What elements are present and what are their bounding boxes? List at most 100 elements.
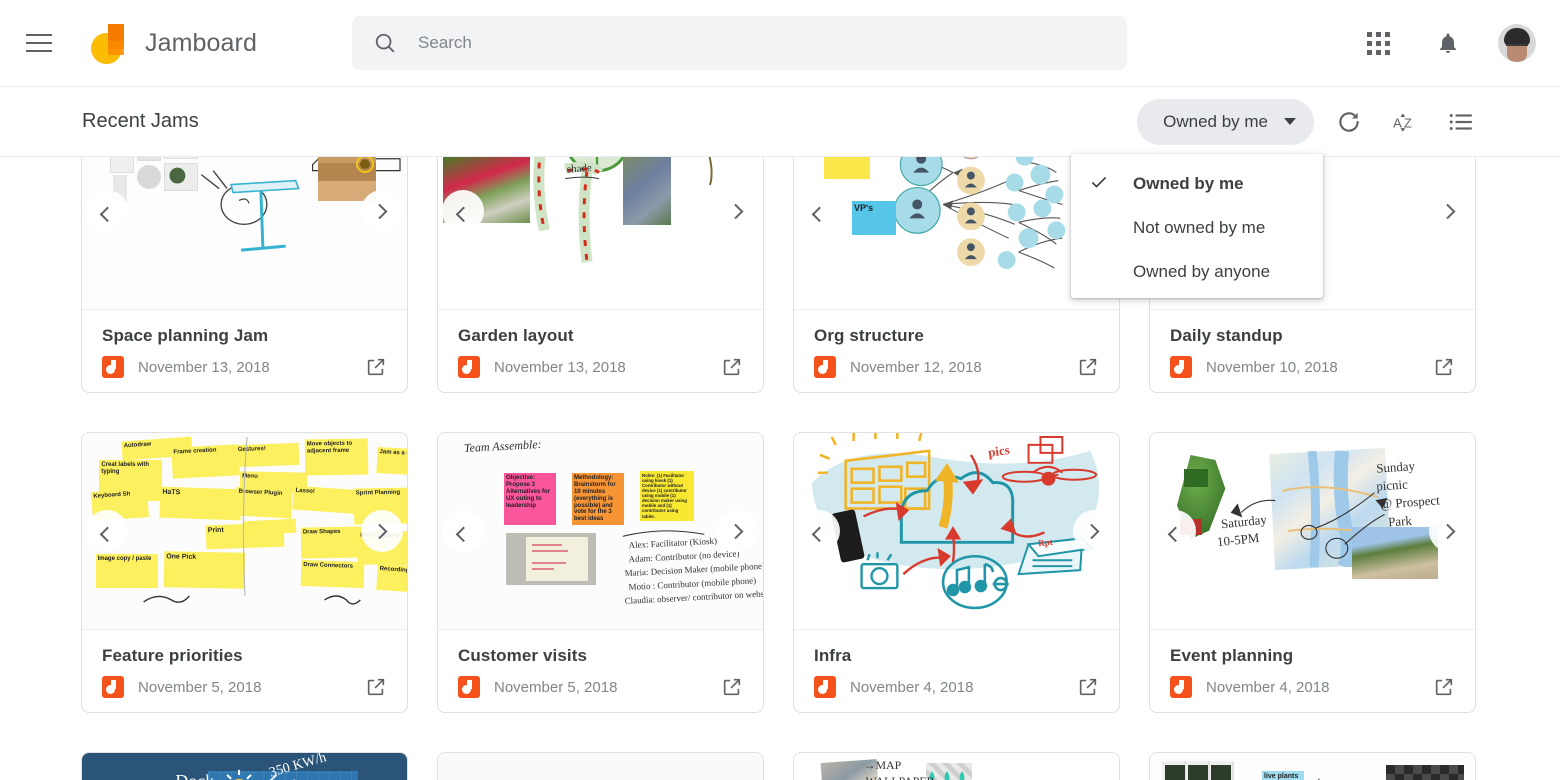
jam-card[interactable]: LakeDock350 KW/hsolar bbox=[81, 752, 408, 780]
jam-card[interactable]: pattern wall→MAPWALLPAPERMP bbox=[793, 752, 1120, 780]
open-in-new-icon[interactable] bbox=[1433, 356, 1455, 378]
thumbnail-prev-button[interactable] bbox=[798, 510, 840, 552]
jam-thumbnail-art: live plants+2 bbox=[1150, 753, 1475, 780]
thumbnail-next-button[interactable] bbox=[361, 190, 403, 232]
top-bar-actions bbox=[1358, 23, 1536, 63]
open-in-new-icon[interactable] bbox=[1433, 676, 1455, 698]
thumbnail-prev-button[interactable] bbox=[86, 510, 128, 552]
menu-item-owned-by-anyone[interactable]: Owned by anyone bbox=[1071, 250, 1323, 294]
jam-card[interactable] bbox=[437, 752, 764, 780]
open-in-new-icon[interactable] bbox=[721, 676, 743, 698]
jam-card[interactable]: Autodraw Frame creation Gestures! Move obje… bbox=[81, 432, 408, 713]
open-in-new-icon[interactable] bbox=[1077, 356, 1099, 378]
chevron-down-icon bbox=[1284, 118, 1296, 125]
svg-text:Adam: Contributor (no device): Adam: Contributor (no device) bbox=[628, 548, 739, 564]
bell-icon[interactable] bbox=[1428, 23, 1468, 63]
apps-grid-icon[interactable] bbox=[1358, 23, 1398, 63]
jam-thumbnail[interactable]: Autodraw Frame creation Gestures! Move obje… bbox=[82, 433, 407, 630]
jam-date: November 13, 2018 bbox=[494, 358, 626, 376]
chevron-left-icon bbox=[455, 526, 471, 542]
thumbnail-prev-button[interactable] bbox=[798, 190, 840, 232]
jam-title: Feature priorities bbox=[102, 646, 243, 665]
thumbnail-prev-button[interactable] bbox=[86, 190, 128, 232]
jam-thumbnail-art: pattern wall→MAPWALLPAPERMP bbox=[794, 753, 1119, 780]
check-icon bbox=[1089, 172, 1111, 197]
open-in-new-icon[interactable] bbox=[721, 356, 743, 378]
brand[interactable]: Jamboard bbox=[91, 19, 257, 67]
svg-text:Sunday: Sunday bbox=[1376, 458, 1416, 476]
refresh-icon[interactable] bbox=[1336, 109, 1362, 135]
search-input[interactable] bbox=[417, 33, 1078, 53]
jamboard-file-icon bbox=[1170, 356, 1192, 378]
sub-toolbar: Recent Jams Owned by me A Z bbox=[0, 87, 1560, 157]
chevron-right-icon bbox=[1439, 523, 1455, 539]
jam-card[interactable]: shade Garden layout November 13, 2018 bbox=[437, 157, 764, 393]
owner-filter-dropdown[interactable]: Owned by me bbox=[1137, 98, 1314, 145]
jam-date: November 13, 2018 bbox=[138, 358, 270, 376]
jam-title: Event planning bbox=[1170, 646, 1294, 665]
jam-thumbnail[interactable] bbox=[438, 753, 763, 780]
jam-card-body: Feature priorities November 5, 2018 bbox=[82, 630, 407, 712]
toolbar-actions: Owned by me A Z bbox=[1137, 98, 1482, 145]
chevron-right-icon bbox=[1083, 523, 1099, 539]
search-icon bbox=[375, 33, 395, 53]
jam-card-meta: November 5, 2018 bbox=[458, 676, 743, 698]
menu-item-label: Owned by me bbox=[1133, 174, 1244, 193]
jam-card[interactable]: Saturday 10-5PM Sunday picnic @ Prospect Park… bbox=[1149, 432, 1476, 713]
jamboard-file-icon bbox=[458, 356, 480, 378]
jam-title: Garden layout bbox=[458, 326, 574, 345]
jam-date: November 4, 2018 bbox=[1206, 678, 1330, 696]
owner-filter-menu: Owned by me Not owned by me Owned by anyon… bbox=[1071, 154, 1323, 298]
jam-card-meta: November 12, 2018 bbox=[814, 356, 1099, 378]
thumbnail-next-button[interactable] bbox=[1073, 510, 1115, 552]
jam-card-body: Garden layout November 13, 2018 bbox=[438, 310, 763, 392]
jam-card-meta: November 10, 2018 bbox=[1170, 356, 1455, 378]
thumbnail-prev-button[interactable] bbox=[442, 190, 484, 232]
jam-card[interactable]: +2 Space planning Jam November 13, 2018 bbox=[81, 157, 408, 393]
search-bar[interactable] bbox=[351, 16, 1127, 70]
jam-card[interactable]: pics Rpt Infra November 4, 2018 bbox=[793, 432, 1120, 713]
chevron-left-icon bbox=[811, 526, 827, 542]
jam-card-meta: November 4, 2018 bbox=[1170, 676, 1455, 698]
chevron-right-icon bbox=[1439, 203, 1455, 219]
jam-thumbnail[interactable]: +2 bbox=[82, 157, 407, 310]
jams-grid-scroll[interactable]: +2Space planning JamNovember 13, 2018sha… bbox=[0, 157, 1560, 780]
jam-card[interactable]: live plants+2 bbox=[1149, 752, 1476, 780]
jam-thumbnail-art bbox=[438, 753, 763, 780]
open-in-new-icon[interactable] bbox=[365, 356, 387, 378]
jam-thumbnail[interactable]: LakeDock350 KW/hsolar bbox=[82, 753, 407, 780]
user-avatar[interactable] bbox=[1498, 24, 1536, 62]
hamburger-menu-icon[interactable] bbox=[15, 19, 63, 67]
thumbnail-next-button[interactable] bbox=[717, 510, 759, 552]
jamboard-file-icon bbox=[814, 676, 836, 698]
jam-thumbnail[interactable]: Team Assemble: Objective: Propose 3 Alter… bbox=[438, 433, 763, 630]
jam-card-meta: November 5, 2018 bbox=[102, 676, 387, 698]
thumbnail-prev-button[interactable] bbox=[442, 510, 484, 552]
jam-thumbnail[interactable]: live plants+2 bbox=[1150, 753, 1475, 780]
thumbnail-next-button[interactable] bbox=[717, 190, 759, 232]
menu-item-not-owned-by-me[interactable]: Not owned by me bbox=[1071, 206, 1323, 250]
jam-thumbnail[interactable]: shade bbox=[438, 157, 763, 310]
jam-thumbnail[interactable]: pics Rpt bbox=[794, 433, 1119, 630]
jam-title: Infra bbox=[814, 646, 852, 665]
list-view-icon[interactable] bbox=[1448, 109, 1474, 135]
jam-thumbnail[interactable]: pattern wall→MAPWALLPAPERMP bbox=[794, 753, 1119, 780]
jamboard-file-icon bbox=[1170, 676, 1192, 698]
sort-az-icon[interactable]: A Z bbox=[1392, 109, 1418, 135]
jam-card-meta: November 13, 2018 bbox=[102, 356, 387, 378]
open-in-new-icon[interactable] bbox=[1077, 676, 1099, 698]
thumbnail-next-button[interactable] bbox=[1429, 190, 1471, 232]
thumbnail-prev-button[interactable] bbox=[1154, 510, 1196, 552]
svg-text:WALLPAPER: WALLPAPER bbox=[866, 774, 935, 780]
jam-card-meta: November 13, 2018 bbox=[458, 356, 743, 378]
menu-item-owned-by-me[interactable]: Owned by me bbox=[1071, 162, 1323, 206]
thumbnail-next-button[interactable] bbox=[361, 510, 403, 552]
jam-card[interactable]: Team Assemble: Objective: Propose 3 Alter… bbox=[437, 432, 764, 713]
jam-thumbnail[interactable]: Saturday 10-5PM Sunday picnic @ Prospect Park bbox=[1150, 433, 1475, 630]
thumbnail-next-button[interactable] bbox=[1429, 510, 1471, 552]
open-in-new-icon[interactable] bbox=[365, 676, 387, 698]
jam-thumbnail-art: pics Rpt bbox=[794, 433, 1119, 629]
jam-card-body: Daily standup November 10, 2018 bbox=[1150, 310, 1475, 392]
jam-title: Daily standup bbox=[1170, 326, 1283, 345]
jam-thumbnail-art: shade bbox=[438, 157, 763, 309]
